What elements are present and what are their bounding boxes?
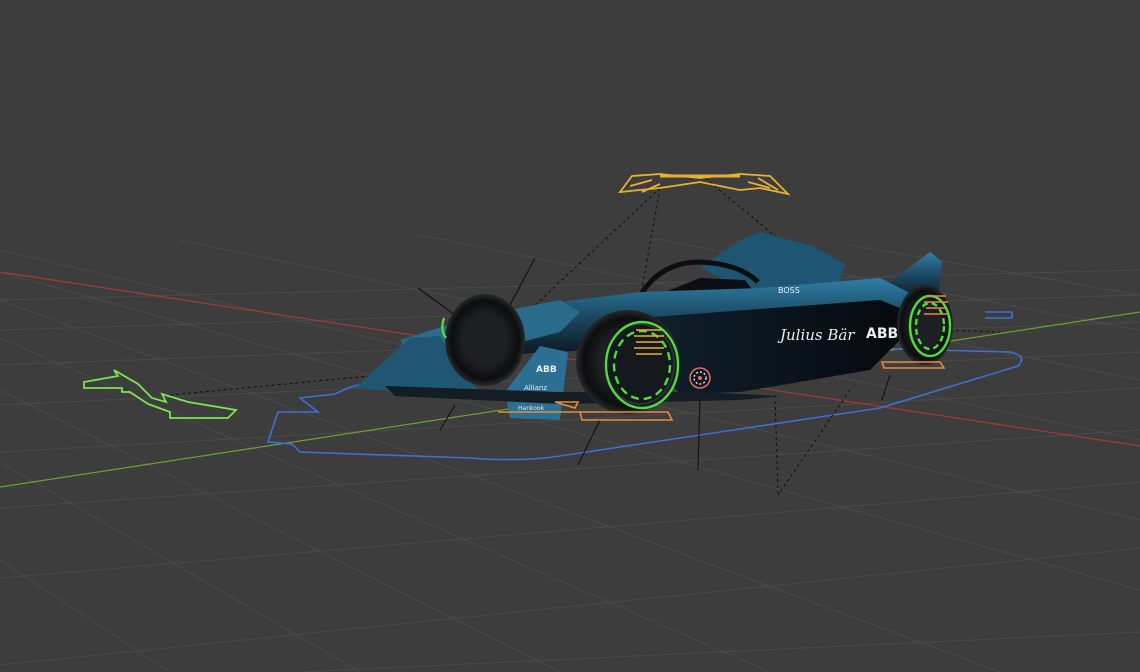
sponsor-abb-wing: ABB xyxy=(536,365,557,375)
rear-wing-control[interactable] xyxy=(618,173,791,196)
3d-viewport[interactable]: Julius Bär ABB BOSS ABB Allianz Hankook xyxy=(0,0,1140,672)
ground-grid xyxy=(0,234,1140,672)
sponsor-boss: BOSS xyxy=(778,286,800,295)
sponsor-abb-side: ABB xyxy=(866,326,898,342)
double-arrow-icon[interactable] xyxy=(83,369,238,419)
sponsor-julius-baer: Julius Bär xyxy=(777,326,855,344)
viewport-canvas[interactable]: Julius Bär ABB BOSS ABB Allianz Hankook xyxy=(0,0,1140,672)
rear-control-tab[interactable] xyxy=(985,311,1013,319)
sponsor-hankook: Hankook xyxy=(518,405,545,412)
formula-e-car[interactable]: Julius Bär ABB BOSS ABB Allianz Hankook xyxy=(355,232,953,420)
front-left-tyre xyxy=(445,294,525,386)
sponsor-allianz: Allianz xyxy=(524,384,547,392)
